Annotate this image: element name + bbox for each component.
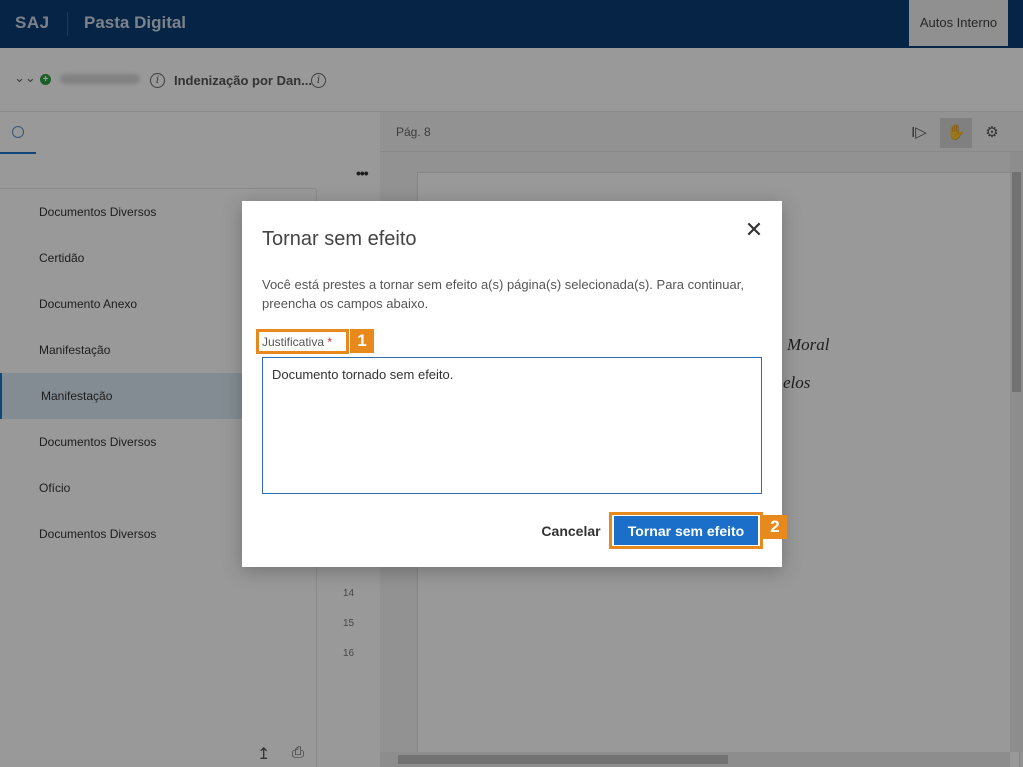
callout-badge: 2: [763, 515, 787, 539]
callout-badge: 1: [350, 329, 374, 353]
dialog-title: Tornar sem efeito: [262, 228, 417, 250]
justification-label-text: Justificativa: [262, 335, 325, 349]
justification-label: Justificativa *: [262, 335, 332, 349]
cancel-button[interactable]: Cancelar: [539, 518, 603, 544]
dialog-description: Você está prestes a tornar sem efeito a(…: [262, 277, 744, 311]
confirm-void-button[interactable]: Tornar sem efeito: [614, 516, 758, 545]
justification-field[interactable]: Documento tornado sem efeito.: [262, 357, 762, 494]
close-icon[interactable]: ✕: [742, 218, 766, 242]
void-pages-dialog: Tornar sem efeito ✕ Você está prestes a …: [242, 201, 787, 567]
required-marker: *: [327, 335, 333, 349]
